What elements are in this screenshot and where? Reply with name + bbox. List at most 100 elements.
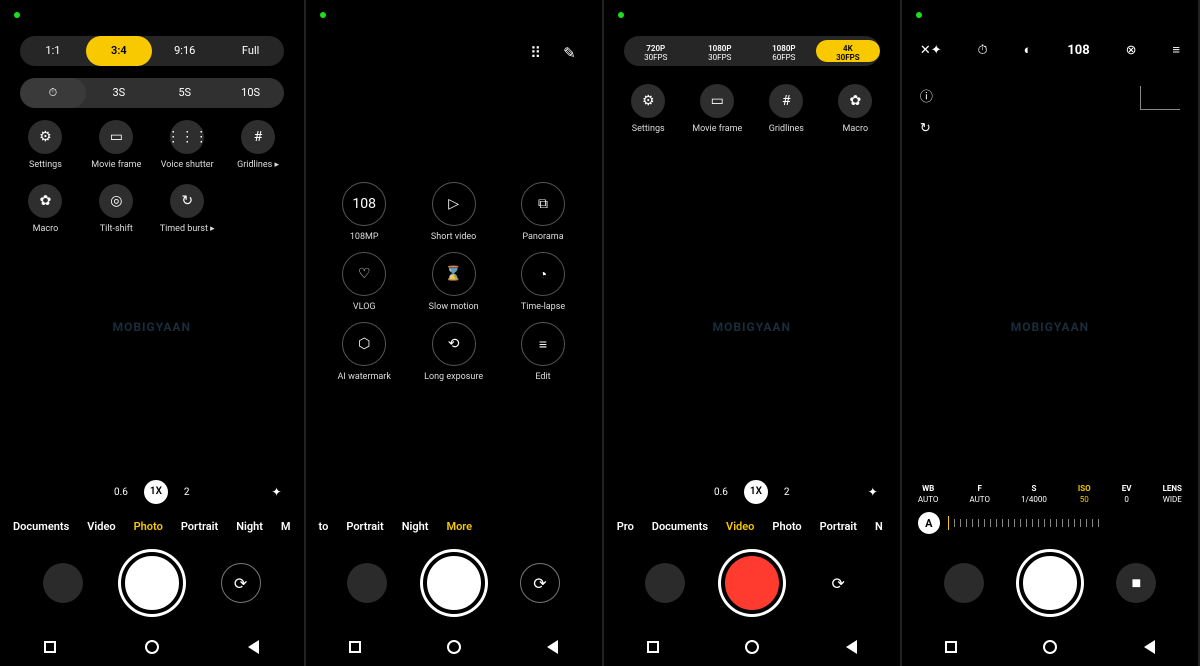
timer-5s[interactable]: 5S (152, 78, 218, 108)
filters-icon[interactable]: ✦ (271, 485, 281, 499)
flip-camera-button[interactable]: ⟳ (818, 563, 858, 603)
flash-off-icon[interactable]: ✕✦ (920, 43, 942, 58)
zoom-2[interactable]: 2 (184, 487, 190, 498)
res-4k-30[interactable]: 4K30FPS (816, 40, 880, 63)
mode-short-video[interactable]: ▷Short video (409, 182, 498, 242)
aspect-full[interactable]: Full (218, 36, 284, 66)
timer-10s[interactable]: 10S (218, 78, 284, 108)
gridlines-button[interactable]: #Gridlines (752, 84, 821, 134)
param-ev[interactable]: EV0 (1122, 484, 1132, 504)
nav-home[interactable] (1043, 640, 1057, 654)
movie-frame-button[interactable]: ▭Movie frame (81, 120, 152, 170)
mode-slow-motion[interactable]: ⌛Slow motion (409, 252, 498, 312)
mode-edit-list[interactable]: ≡Edit (498, 322, 587, 382)
record-button[interactable] (721, 552, 783, 614)
settings-button[interactable]: ⚙Settings (614, 84, 683, 134)
param-iso[interactable]: ISO50 (1078, 484, 1091, 504)
flip-camera-button[interactable]: ⟳ (221, 563, 261, 603)
mode-photo[interactable]: Photo (125, 520, 172, 533)
nav-home[interactable] (447, 640, 461, 654)
mode-portrait[interactable]: Portrait (172, 520, 227, 533)
nav-recents[interactable] (647, 641, 659, 653)
edit-icon[interactable]: ✎ (563, 44, 576, 62)
nav-recents[interactable] (945, 641, 957, 653)
nav-recents[interactable] (349, 641, 361, 653)
mode-documents[interactable]: Documents (643, 520, 717, 533)
aspect-1-1[interactable]: 1:1 (20, 36, 86, 66)
mode-night[interactable]: Night (227, 520, 272, 533)
mode-video[interactable]: Video (78, 520, 124, 533)
shutter-button[interactable] (423, 552, 485, 614)
gallery-thumb[interactable] (944, 563, 984, 603)
mode-vlog[interactable]: ♡VLOG (320, 252, 409, 312)
timer-off[interactable]: ⏱ (20, 78, 86, 108)
mode-portrait[interactable]: Portrait (811, 520, 866, 533)
108mp-toggle[interactable]: 108 (1067, 43, 1089, 58)
nav-back[interactable] (248, 640, 259, 654)
res-1080p-30[interactable]: 1080P30FPS (688, 40, 752, 63)
settings-button[interactable]: ⚙Settings (10, 120, 81, 170)
android-nav (0, 628, 304, 666)
zoom-0-6[interactable]: 0.6 (114, 487, 128, 498)
mode-night[interactable]: Night (393, 520, 438, 533)
mode-time-lapse[interactable]: ◔Time-lapse (498, 252, 587, 312)
flip-camera-button[interactable]: ⟳ (520, 563, 560, 603)
zoom-1x[interactable]: 1X (144, 480, 168, 504)
nav-home[interactable] (745, 640, 759, 654)
info-icon[interactable]: ⓘ (920, 86, 933, 105)
nav-back[interactable] (846, 640, 857, 654)
mode-ai-watermark[interactable]: ⬡AI watermark (320, 322, 409, 382)
movie-frame-button[interactable]: ▭Movie frame (683, 84, 752, 134)
timed-burst-button[interactable]: ↻Timed burst ▸ (152, 184, 223, 234)
mode-panorama[interactable]: ⧉Panorama (498, 182, 587, 242)
zoom-1x[interactable]: 1X (744, 480, 768, 504)
auto-button[interactable]: A (918, 512, 940, 534)
menu-icon[interactable]: ≡ (1172, 42, 1180, 58)
mode-night-cut[interactable]: N (866, 520, 892, 533)
param-lens[interactable]: LENSWIDE (1163, 484, 1182, 504)
timer-3s[interactable]: 3S (86, 78, 152, 108)
shutter-button[interactable] (121, 552, 183, 614)
mode-photo-cut[interactable]: to (310, 520, 338, 533)
res-1080p-60[interactable]: 1080P60FPS (752, 40, 816, 63)
param-wb[interactable]: WBAUTO (918, 484, 939, 504)
nav-back[interactable] (547, 640, 558, 654)
nav-home[interactable] (145, 640, 159, 654)
shutter-button[interactable] (1019, 552, 1081, 614)
zoom-0-6[interactable]: 0.6 (714, 487, 728, 498)
param-f[interactable]: FAUTO (969, 484, 990, 504)
tilt-shift-button[interactable]: ◎Tilt-shift (81, 184, 152, 234)
macro-button[interactable]: ✿Macro (821, 84, 890, 134)
grid-layout-icon[interactable]: ⠿ (530, 44, 541, 62)
aspect-3-4[interactable]: 3:4 (86, 36, 152, 66)
mode-more[interactable]: More (437, 520, 481, 533)
slider-ticks[interactable] (948, 514, 1182, 532)
nav-recents[interactable] (44, 641, 56, 653)
res-720p-30[interactable]: 720P30FPS (624, 40, 688, 63)
switch-to-video-button[interactable]: ■ (1116, 563, 1156, 603)
param-s[interactable]: S1/4000 (1021, 484, 1047, 504)
mode-pro[interactable]: Pro (608, 520, 643, 533)
filters-icon[interactable]: ✦ (868, 485, 878, 499)
focus-peaking-icon[interactable]: ◐ (1024, 42, 1032, 58)
gallery-thumb[interactable] (645, 563, 685, 603)
aspect-9-16[interactable]: 9:16 (152, 36, 218, 66)
reset-icon[interactable]: ↻ (920, 121, 933, 136)
color-profile-icon[interactable]: ⊗ (1126, 43, 1137, 58)
gridlines-button[interactable]: #Gridlines ▸ (223, 120, 294, 170)
mode-108mp[interactable]: 108108MP (320, 182, 409, 242)
pro-slider[interactable]: A (902, 512, 1198, 534)
gallery-thumb[interactable] (347, 563, 387, 603)
zoom-2[interactable]: 2 (784, 487, 790, 498)
gallery-thumb[interactable] (43, 563, 83, 603)
mode-portrait[interactable]: Portrait (337, 520, 392, 533)
timer-icon[interactable]: ⏱ (978, 43, 988, 58)
macro-button[interactable]: ✿Macro (10, 184, 81, 234)
mode-more-cut[interactable]: M (272, 520, 300, 533)
nav-back[interactable] (1144, 640, 1155, 654)
mode-documents[interactable]: Documents (4, 520, 78, 533)
mode-long-exposure[interactable]: ⟲Long exposure (409, 322, 498, 382)
voice-shutter-button[interactable]: ⋮⋮⋮Voice shutter (152, 120, 223, 170)
mode-video[interactable]: Video (717, 520, 763, 533)
mode-photo[interactable]: Photo (763, 520, 810, 533)
